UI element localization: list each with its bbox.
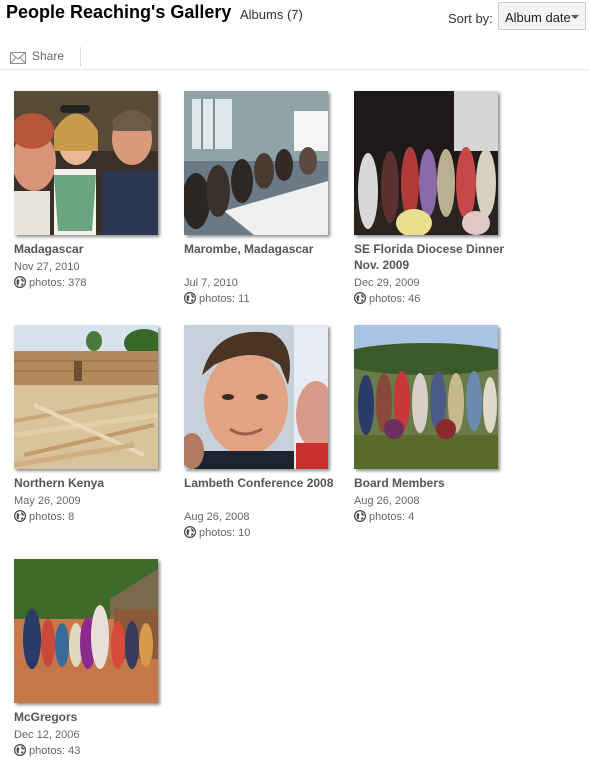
envelope-icon (10, 52, 26, 64)
album-photo-count: photos: 10 (184, 526, 324, 540)
album-name[interactable]: SE Florida Diocese Dinner Nov. 2009 (354, 241, 514, 273)
album-date: Dec 12, 2006 (14, 729, 80, 741)
album-photo (14, 559, 158, 703)
photos-label: photos: 11 (199, 293, 250, 305)
album-thumbnail[interactable] (14, 325, 158, 469)
album-thumbnail[interactable] (14, 559, 158, 703)
album-card[interactable]: Board Members Aug 26, 2008 photos: 4 (354, 325, 514, 525)
album-photo (184, 325, 328, 469)
album-thumbnail[interactable] (184, 325, 328, 469)
album-name[interactable]: McGregors (14, 709, 174, 725)
toolbar-divider (80, 47, 81, 66)
album-photo (184, 91, 328, 235)
album-date: Aug 26, 2008 (184, 511, 250, 523)
sort-value: Album date (505, 10, 571, 25)
album-photo-count: photos: 378 (14, 276, 154, 290)
album-name[interactable]: Madagascar (14, 241, 174, 257)
photos-label: photos: 378 (29, 277, 87, 289)
album-card[interactable]: SE Florida Diocese Dinner Nov. 2009 Dec … (354, 91, 514, 307)
gallery-title[interactable]: People Reaching's Gallery (6, 2, 231, 23)
globe-icon (14, 276, 26, 288)
album-card[interactable]: Marombe, Madagascar Jul 7, 2010 photos: … (184, 91, 344, 307)
globe-icon (354, 292, 366, 304)
album-thumbnail[interactable] (14, 91, 158, 235)
album-card[interactable]: Madagascar Nov 27, 2010 photos: 378 (14, 91, 174, 291)
album-photo-count: photos: 46 (354, 292, 494, 306)
photos-label: photos: 8 (29, 511, 75, 523)
album-date: Jul 7, 2010 (184, 277, 238, 289)
album-photo (354, 325, 498, 469)
album-card[interactable]: McGregors Dec 12, 2006 photos: 43 (14, 559, 174, 759)
album-photo-count: photos: 43 (14, 744, 154, 758)
album-thumbnail[interactable] (354, 91, 498, 235)
dropdown-arrow-icon (571, 15, 579, 19)
album-date: May 26, 2009 (14, 495, 81, 507)
album-date: Nov 27, 2010 (14, 261, 80, 273)
globe-icon (184, 292, 196, 304)
album-photo-count: photos: 4 (354, 510, 494, 524)
album-thumbnail[interactable] (184, 91, 328, 235)
sort-select[interactable]: Album date (498, 2, 586, 30)
album-photo (14, 91, 158, 235)
share-label: Share (32, 49, 65, 63)
globe-icon (184, 526, 196, 538)
album-photo-count: photos: 11 (184, 292, 324, 306)
globe-icon (14, 510, 26, 522)
album-name[interactable]: Northern Kenya (14, 475, 174, 491)
album-photo-count: photos: 8 (14, 510, 154, 524)
photos-label: photos: 4 (369, 511, 415, 523)
photos-label: photos: 46 (369, 293, 421, 305)
album-card[interactable]: Lambeth Conference 2008 Aug 26, 2008 pho… (184, 325, 344, 541)
globe-icon (14, 744, 26, 756)
album-name[interactable]: Marombe, Madagascar (184, 241, 344, 257)
sort-label: Sort by: (448, 11, 493, 26)
album-name[interactable]: Board Members (354, 475, 514, 491)
album-thumbnail[interactable] (354, 325, 498, 469)
header-divider (0, 69, 590, 70)
album-date: Aug 26, 2008 (354, 495, 420, 507)
album-date: Dec 29, 2009 (354, 277, 420, 289)
album-photo (354, 91, 498, 235)
gallery-header: People Reaching's Gallery Albums (7) Sor… (6, 2, 588, 36)
album-photo (14, 325, 158, 469)
album-name[interactable]: Lambeth Conference 2008 (184, 475, 344, 491)
photos-label: photos: 10 (199, 527, 251, 539)
album-card[interactable]: Northern Kenya May 26, 2009 photos: 8 (14, 325, 174, 525)
photos-label: photos: 43 (29, 745, 81, 757)
toolbar: Share (10, 47, 586, 67)
globe-icon (354, 510, 366, 522)
albums-count: Albums (7) (240, 7, 303, 22)
